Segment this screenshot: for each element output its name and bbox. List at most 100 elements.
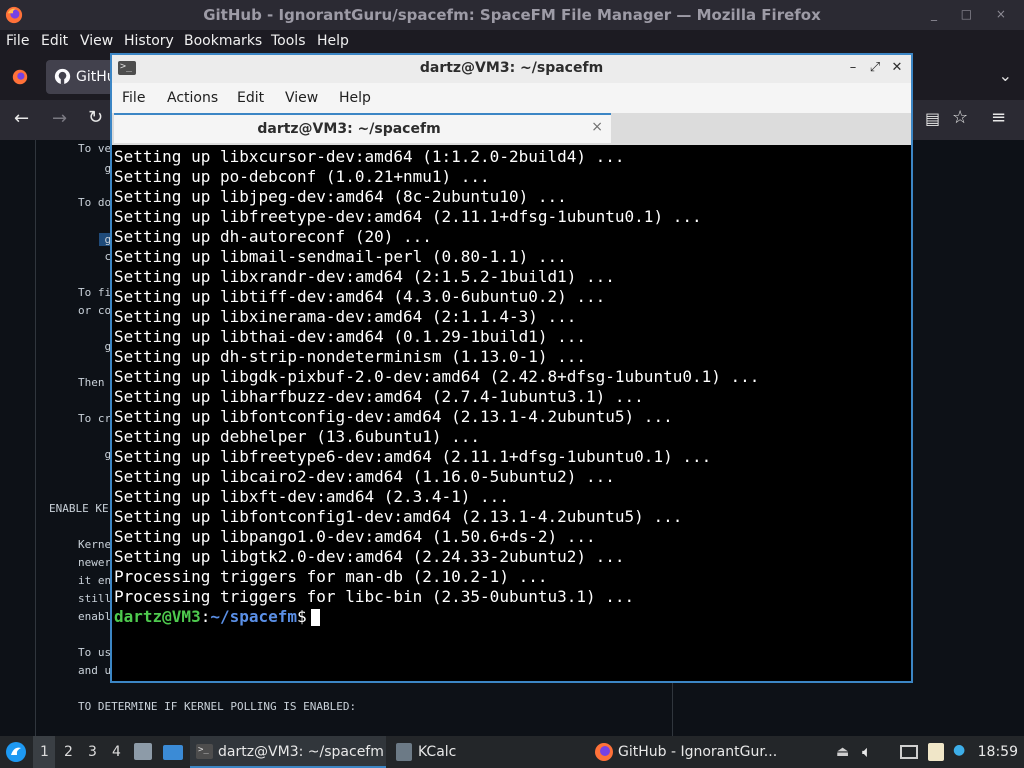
terminal-line: Setting up po-debconf (1.0.21+nmu1) ... — [114, 167, 490, 186]
terminal-line: Setting up libcairo2-dev:amd64 (1.16.0-5… — [114, 467, 615, 486]
readme-line: To fi — [78, 286, 112, 299]
terminal-line: Setting up debhelper (13.6ubuntu1) ... — [114, 427, 481, 446]
terminal-line: Setting up libharfbuzz-dev:amd64 (2.7.4-… — [114, 387, 644, 406]
eject-icon[interactable]: ⏏ — [836, 744, 849, 760]
taskbar-task-kcalc[interactable]: KCalc — [392, 736, 512, 768]
terminal-line: Setting up libxrandr-dev:amd64 (2:1.5.2-… — [114, 267, 615, 286]
terminal-line: Processing triggers for libc-bin (2.35-0… — [114, 587, 635, 606]
readme-line: g — [78, 162, 112, 175]
volume-icon[interactable]: 🔈︎ — [862, 742, 872, 762]
terminal-line: Setting up libmail-sendmail-perl (0.80-1… — [114, 247, 567, 266]
firefox-window-title: GitHub - IgnorantGuru/spacefm: SpaceFM F… — [203, 6, 821, 24]
readme-line: newer — [78, 556, 112, 569]
readme-heading: TO DETERMINE IF KERNEL POLLING IS ENABLE… — [78, 700, 357, 713]
terminal-menu-view[interactable]: View — [285, 90, 318, 106]
start-menu-icon[interactable] — [5, 741, 27, 763]
readme-line: Kerne — [78, 538, 112, 551]
terminal-line: Setting up libpango1.0-dev:amd64 (1.50.6… — [114, 527, 596, 546]
terminal-menu-edit[interactable]: Edit — [237, 90, 264, 106]
readme-line: g — [78, 233, 112, 246]
terminal-menu-file[interactable]: File — [122, 90, 145, 106]
terminal-tab-label: dartz@VM3: ~/spacefm — [257, 121, 441, 137]
file-manager-launcher-icon[interactable] — [134, 743, 152, 760]
readme-line: still — [78, 592, 112, 605]
firefox-view-icon[interactable] — [11, 68, 29, 86]
workspace-1[interactable]: 1 — [40, 744, 49, 760]
close-icon[interactable]: ✕ — [889, 59, 905, 77]
notification-icon[interactable]: ● — [953, 742, 965, 758]
reader-view-icon[interactable]: ▤ — [925, 109, 940, 128]
show-desktop-icon[interactable] — [163, 745, 183, 760]
calculator-icon — [396, 743, 412, 761]
readme-line: g — [78, 340, 112, 353]
firefox-menu-help[interactable]: Help — [317, 33, 349, 49]
terminal-window-controls: – ⤢ ✕ — [845, 59, 905, 77]
terminal-output[interactable]: Setting up libxcursor-dev:amd64 (1:1.2.0… — [112, 147, 911, 681]
readme-line: enabl — [78, 610, 112, 623]
workspace-3[interactable]: 3 — [88, 744, 97, 760]
readme-line: it en — [78, 574, 112, 587]
chevron-down-icon[interactable]: ⌄ — [999, 66, 1012, 85]
terminal-line: Setting up libfontconfig-dev:amd64 (2.13… — [114, 407, 673, 426]
workspace-4[interactable]: 4 — [112, 744, 121, 760]
tab-close-icon[interactable]: × — [591, 119, 603, 135]
text-cursor — [310, 609, 320, 626]
firefox-menu-file[interactable]: File — [6, 33, 29, 49]
firefox-menu-history[interactable]: History — [124, 33, 174, 49]
firefox-icon — [595, 743, 613, 761]
terminal-menu-actions[interactable]: Actions — [167, 90, 218, 106]
firefox-menu-bookmarks[interactable]: Bookmarks — [184, 33, 262, 49]
readme-line: To do — [78, 196, 112, 209]
terminal-line: Setting up libthai-dev:amd64 (0.1.29-1bu… — [114, 327, 587, 346]
forward-arrow-icon[interactable]: → — [52, 108, 67, 129]
terminal-line: Setting up libgdk-pixbuf-2.0-dev:amd64 (… — [114, 367, 760, 386]
readme-line: To ve — [78, 142, 112, 155]
terminal-line: Setting up libfreetype-dev:amd64 (2.11.1… — [114, 207, 702, 226]
prompt-path: ~/spacefm — [210, 607, 298, 626]
terminal-prompt[interactable]: dartz@VM3:~/spacefm$ — [114, 607, 320, 627]
minimize-icon[interactable]: – — [845, 59, 861, 77]
firefox-tab-github[interactable]: GitHu — [46, 60, 116, 94]
readme-line: g — [78, 448, 112, 461]
bookmark-star-icon[interactable]: ☆ — [952, 107, 968, 128]
readme-line: To cr — [78, 412, 112, 425]
terminal-menu-help[interactable]: Help — [339, 90, 371, 106]
taskbar: 1 2 3 4 >_ dartz@VM3: ~/spacefm KCalc Gi… — [0, 736, 1024, 768]
taskbar-task-terminal[interactable]: >_ dartz@VM3: ~/spacefm — [190, 736, 386, 768]
reload-icon[interactable]: ↻ — [88, 107, 103, 128]
firefox-menu-view[interactable]: View — [80, 33, 113, 49]
terminal-icon: >_ — [196, 744, 213, 759]
readme-line: Then — [78, 376, 105, 389]
firefox-menubar: File Edit View History Bookmarks Tools H… — [0, 30, 1024, 54]
terminal-line: Setting up libtiff-dev:amd64 (4.3.0-6ubu… — [114, 287, 606, 306]
terminal-titlebar[interactable]: >_ dartz@VM3: ~/spacefm – ⤢ ✕ — [112, 55, 911, 83]
taskbar-task-label: dartz@VM3: ~/spacefm — [218, 744, 384, 760]
clock[interactable]: 18:59 — [978, 744, 1018, 760]
terminal-line: Setting up libxft-dev:amd64 (2.3.4-1) ..… — [114, 487, 509, 506]
workspace-2[interactable]: 2 — [64, 744, 73, 760]
terminal-line: Setting up libxinerama-dev:amd64 (2:1.1.… — [114, 307, 577, 326]
clipboard-icon[interactable] — [928, 743, 944, 761]
firefox-menu-edit[interactable]: Edit — [41, 33, 68, 49]
terminal-line: Setting up libxcursor-dev:amd64 (1:1.2.0… — [114, 147, 625, 166]
terminal-tab[interactable]: dartz@VM3: ~/spacefm × — [114, 113, 611, 143]
github-icon — [54, 68, 71, 85]
prompt-separator: : — [200, 607, 211, 626]
terminal-line: Setting up dh-autoreconf (20) ... — [114, 227, 432, 246]
firefox-menu-tools[interactable]: Tools — [271, 33, 306, 49]
readme-heading: ENABLE KE — [49, 502, 109, 515]
maximize-icon[interactable]: ⤢ — [867, 59, 883, 77]
readme-line: c — [78, 250, 112, 263]
terminal-line: Setting up libjpeg-dev:amd64 (8c-2ubuntu… — [114, 187, 567, 206]
taskbar-task-label: GitHub - IgnorantGur... — [618, 744, 778, 760]
readme-line: and u — [78, 664, 112, 677]
back-arrow-icon[interactable]: ← — [14, 108, 29, 129]
firefox-window-controls[interactable]: _ □ × — [931, 7, 1016, 21]
taskbar-task-firefox[interactable]: GitHub - IgnorantGur... — [590, 736, 790, 768]
network-icon[interactable] — [900, 745, 918, 759]
hamburger-menu-icon[interactable]: ≡ — [991, 107, 1006, 128]
terminal-tabbar: dartz@VM3: ~/spacefm × — [112, 113, 911, 145]
terminal-window[interactable]: >_ dartz@VM3: ~/spacefm – ⤢ ✕ File Actio… — [110, 53, 913, 683]
terminal-menubar: File Actions Edit View Help — [112, 83, 911, 113]
terminal-window-title: dartz@VM3: ~/spacefm — [419, 60, 604, 76]
